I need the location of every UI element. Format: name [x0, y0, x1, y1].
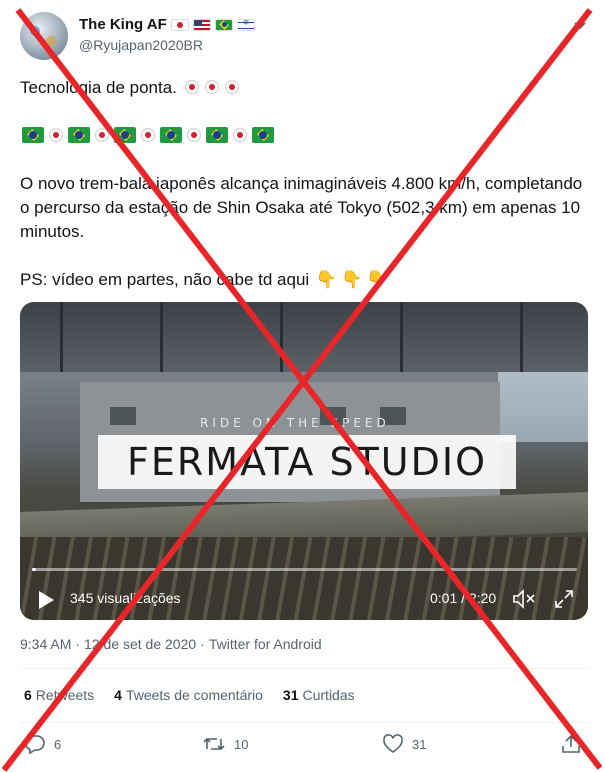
japan-flag-icon — [187, 128, 201, 142]
retweet-count: 10 — [234, 736, 249, 752]
reply-count: 6 — [54, 736, 62, 752]
tweet-header: The King AF @Ryujapan2020BR — [20, 12, 595, 62]
brazil-flag-icon — [252, 127, 274, 143]
brazil-flag-icon — [206, 127, 228, 143]
avatar-detail — [46, 36, 56, 46]
tweet-line-1: Tecnologia de ponta. — [20, 76, 590, 100]
video-banner-subtitle: RIDE ON THE SPEED — [200, 416, 390, 430]
roof-beam — [280, 302, 283, 372]
avatar[interactable] — [20, 12, 68, 60]
share-icon — [562, 734, 580, 753]
brazil-flag-icon — [22, 127, 44, 143]
avatar-detail — [30, 26, 40, 36]
retweet-icon — [203, 737, 225, 751]
quotes-label: Tweets de comentário — [125, 687, 263, 703]
roof-beam — [60, 302, 63, 372]
pointing-down-icon: 👇 — [366, 270, 388, 289]
tweet-time[interactable]: 9:34 AM — [20, 636, 71, 652]
video-scene-tracks — [20, 537, 588, 620]
user-handle[interactable]: @Ryujapan2020BR — [79, 37, 203, 53]
likes-label: Curtidas — [302, 687, 355, 703]
video-time: 0:01 / 2:20 — [430, 590, 497, 606]
usa-flag-icon — [192, 18, 211, 31]
tweet-actions: 6 10 31 — [20, 733, 590, 763]
reply-button[interactable]: 6 — [24, 733, 61, 755]
roof-beam — [160, 302, 163, 372]
divider — [20, 668, 590, 669]
brazil-flag-icon — [68, 127, 90, 143]
pointing-down-icon: 👇 — [341, 270, 363, 289]
roof-beam — [520, 302, 523, 372]
video-scene-roof — [20, 302, 588, 372]
name-row: The King AF — [79, 16, 255, 33]
meta-separator: · — [75, 636, 81, 652]
japan-flag-icon — [224, 80, 239, 94]
meta-separator: · — [200, 636, 205, 652]
tweet-ps-text: PS: vídeo em partes, não cabe td aqui — [20, 270, 310, 289]
divider — [20, 722, 590, 723]
brazil-flag-icon — [214, 18, 233, 31]
tweet-intro-text: Tecnologia de ponta. — [20, 78, 177, 97]
brazil-flag-icon — [114, 127, 136, 143]
retweets-label: Retweets — [35, 687, 95, 703]
video-banner-title: FERMATA STUDIO — [127, 440, 487, 484]
japan-flag-icon — [141, 128, 155, 142]
video-player[interactable]: RIDE ON THE SPEED FERMATA STUDIO 345 vis… — [20, 302, 588, 620]
tweet-stats: 6 Retweets 4 Tweets de comentário 31 Curtid… — [24, 687, 355, 703]
japan-flag-icon — [184, 80, 199, 94]
tweet-meta: 9:34 AM · 12 de set de 2020 · Twitter fo… — [20, 636, 322, 652]
japan-flag-icon — [49, 128, 63, 142]
quotes-count: 4 — [114, 687, 122, 703]
brazil-flag-icon — [160, 127, 182, 143]
japan-flag-icon — [233, 128, 247, 142]
display-name[interactable]: The King AF — [79, 16, 167, 33]
video-scene-window — [110, 407, 136, 425]
retweets-stat[interactable]: 6 Retweets — [24, 687, 94, 703]
fullscreen-icon[interactable] — [554, 589, 574, 609]
japan-flag-icon — [204, 80, 219, 94]
roof-beam — [400, 302, 403, 372]
retweet-button[interactable]: 10 — [202, 733, 248, 755]
tweet-source[interactable]: Twitter for Android — [209, 636, 322, 652]
reply-icon — [24, 735, 45, 755]
japan-flag-icon — [170, 18, 189, 31]
heart-icon — [383, 734, 403, 753]
tweet-body: Tecnologia de ponta. O novo trem-bala ja… — [20, 76, 590, 316]
pointing-down-icon: 👇 — [315, 270, 338, 289]
retweets-count: 6 — [24, 687, 32, 703]
play-icon[interactable] — [36, 589, 56, 611]
israel-flag-icon — [236, 18, 255, 31]
like-count: 31 — [412, 736, 427, 752]
like-button[interactable]: 31 — [382, 733, 426, 755]
video-progress-fill — [32, 568, 36, 571]
flag-emoji-row — [20, 124, 590, 148]
japan-flag-icon — [95, 128, 109, 142]
video-banner: FERMATA STUDIO — [98, 435, 516, 489]
tweet-ps-line: PS: vídeo em partes, não cabe td aqui 👇 👇… — [20, 268, 590, 292]
tweet-date[interactable]: 12 de set de 2020 — [84, 636, 196, 652]
likes-count: 31 — [282, 687, 299, 703]
chevron-down-icon[interactable] — [565, 16, 595, 36]
likes-stat[interactable]: 31 Curtidas — [283, 687, 355, 703]
quotes-stat[interactable]: 4 Tweets de comentário — [114, 687, 263, 703]
video-view-count: 345 visualizações — [70, 590, 181, 606]
video-progress-bar[interactable] — [32, 568, 577, 571]
tweet-paragraph: O novo trem-bala japonês alcança inimagi… — [20, 174, 583, 241]
mute-icon[interactable] — [512, 588, 538, 610]
share-button[interactable] — [560, 733, 582, 755]
